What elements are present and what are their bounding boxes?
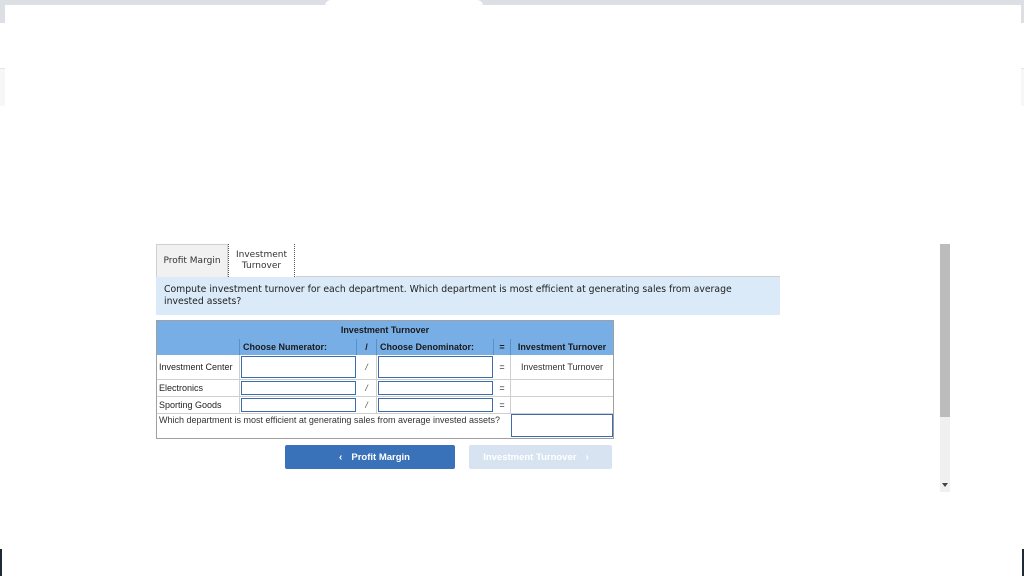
- numerator-cell: [240, 397, 357, 413]
- header-result: Investment Turnover: [517, 342, 607, 352]
- window-edge-left-lower: [0, 68, 5, 106]
- question-row: Which department is most efficient at ge…: [157, 414, 613, 438]
- chevron-right-icon: ›: [585, 451, 589, 463]
- answer-dropdown[interactable]: [511, 414, 613, 437]
- instructions: Compute investment turnover for each dep…: [156, 277, 780, 315]
- table-row: Sporting Goods / =: [157, 397, 613, 414]
- denominator-dropdown[interactable]: [378, 381, 493, 395]
- result-cell: [511, 397, 613, 413]
- denominator-cell: [377, 380, 494, 396]
- header-equals: =: [494, 339, 511, 355]
- equals-symbol: =: [494, 355, 511, 379]
- numerator-cell: [240, 355, 357, 379]
- table-header-row: Choose Numerator: / Choose Denominator: …: [157, 339, 613, 355]
- result-cell: Investment Turnover: [520, 362, 604, 372]
- header-numerator: Choose Numerator:: [240, 339, 357, 355]
- numerator-dropdown[interactable]: [241, 398, 356, 412]
- row-label: Electronics: [157, 380, 240, 396]
- row-label: Sporting Goods: [157, 397, 240, 413]
- slash-symbol: /: [357, 355, 377, 379]
- prev-button-label: Profit Margin: [351, 451, 410, 463]
- table-title: Investment Turnover: [340, 325, 430, 335]
- question-tabs: Profit Margin Investment Turnover: [156, 244, 295, 277]
- tab-label: Profit Margin: [163, 255, 221, 266]
- equals-symbol: =: [494, 397, 511, 413]
- tab-investment-turnover[interactable]: Investment Turnover: [228, 244, 295, 277]
- browser-tab-shape: [325, 0, 483, 6]
- table-title-row: Investment Turnover: [157, 321, 613, 339]
- header-denominator: Choose Denominator:: [377, 339, 494, 355]
- tab-label: Investment Turnover: [236, 250, 287, 271]
- numerator-cell: [240, 380, 357, 396]
- row-label: Investment Center: [157, 355, 240, 379]
- numerator-dropdown[interactable]: [241, 381, 356, 395]
- slash-symbol: /: [357, 380, 377, 396]
- prev-profit-margin-button[interactable]: ‹ Profit Margin: [285, 445, 455, 469]
- result-cell: [511, 380, 613, 396]
- investment-turnover-table: Investment Turnover Choose Numerator: / …: [156, 320, 614, 439]
- header-blank: [157, 339, 240, 355]
- scrollbar-thumb[interactable]: [940, 244, 950, 417]
- scroll-down-arrow-icon[interactable]: [942, 483, 948, 487]
- tab-profit-margin[interactable]: Profit Margin: [156, 244, 228, 277]
- slash-symbol: /: [357, 397, 377, 413]
- question-text: Which department is most efficient at ge…: [159, 415, 501, 425]
- equals-symbol: =: [494, 380, 511, 396]
- next-button-label: Investment Turnover: [483, 451, 577, 463]
- table-row: Electronics / =: [157, 380, 613, 397]
- window-edge-left: [0, 5, 5, 23]
- browser-top-strip: [0, 0, 1024, 5]
- denominator-cell: [377, 397, 494, 413]
- chevron-left-icon: ‹: [339, 451, 343, 463]
- frame-bar-left: [0, 549, 2, 576]
- denominator-dropdown[interactable]: [378, 398, 493, 412]
- denominator-dropdown[interactable]: [378, 356, 493, 378]
- next-investment-turnover-button[interactable]: Investment Turnover ›: [469, 445, 612, 469]
- answer-cell: [511, 414, 613, 438]
- header-slash: /: [357, 339, 377, 355]
- table-row: Investment Center / = Investment Turnove…: [157, 355, 613, 380]
- denominator-cell: [377, 355, 494, 379]
- numerator-dropdown[interactable]: [241, 356, 356, 378]
